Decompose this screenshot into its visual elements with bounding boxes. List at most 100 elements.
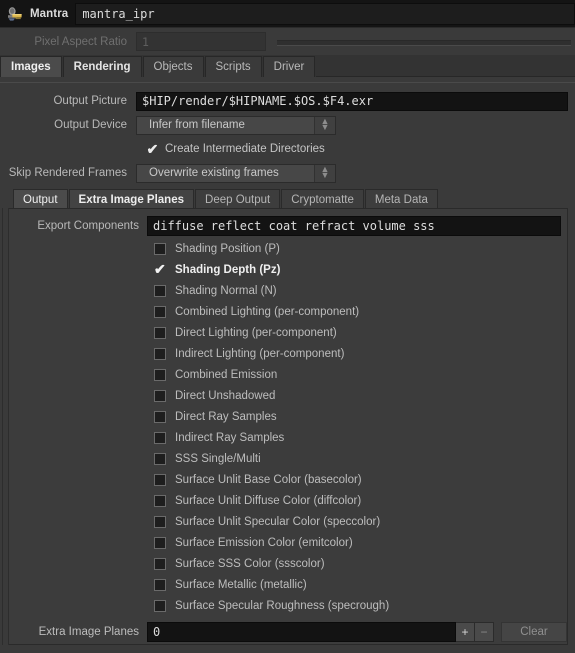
plane-checkbox[interactable] [154,242,166,255]
plane-label: Indirect Lighting (per-component) [175,347,345,360]
plane-label: Combined Emission [175,368,278,381]
plane-checkbox[interactable] [154,599,166,612]
plane-checkbox[interactable] [154,473,166,486]
plane-checkbox[interactable] [154,452,166,465]
plane-row[interactable]: Surface Specular Roughness (specrough) [8,595,567,616]
images-subtabstrip: Output Extra Image Planes Deep Output Cr… [7,188,568,209]
node-name-input[interactable]: mantra_ipr [75,2,575,25]
subtab-deep-output[interactable]: Deep Output [195,189,281,209]
plane-label: Shading Position (P) [175,242,280,255]
chevron-updown-icon: ▲ ▼ [314,116,335,134]
plane-checkbox[interactable] [154,262,166,276]
remove-plane-button[interactable]: − [475,622,494,642]
plane-checkbox[interactable] [154,536,166,549]
plane-label: Surface Unlit Base Color (basecolor) [175,473,362,486]
plane-checkbox[interactable] [154,284,166,297]
plane-label: Combined Lighting (per-component) [175,305,360,318]
plane-label: Direct Lighting (per-component) [175,326,337,339]
subtab-cryptomatte[interactable]: Cryptomatte [281,189,364,209]
pixel-aspect-ratio-label: Pixel Aspect Ratio [34,35,127,48]
tab-scripts[interactable]: Scripts [204,56,262,77]
tab-rendering[interactable]: Rendering [62,56,142,77]
extra-image-planes-label: Extra Image Planes [38,626,139,638]
plane-checkbox[interactable] [154,305,166,318]
add-plane-button[interactable]: + [456,622,475,642]
mantra-node-icon [6,5,24,23]
plane-row[interactable]: Surface Unlit Specular Color (speccolor) [8,511,567,532]
plane-row[interactable]: Indirect Lighting (per-component) [8,343,567,364]
export-components-row: Export Components diffuse reflect coat r… [8,214,567,238]
pixel-aspect-ratio-input[interactable]: 1 [136,32,266,51]
plane-checkbox[interactable] [154,431,166,444]
panel-left-edge [2,208,9,645]
plane-checkbox[interactable] [154,578,166,591]
skip-rendered-frames-label: Skip Rendered Frames [8,167,127,179]
node-titlebar: Mantra mantra_ipr [0,0,575,28]
plane-row[interactable]: Direct Lighting (per-component) [8,322,567,343]
plane-label: Shading Normal (N) [175,284,277,297]
skip-rendered-frames-dropdown[interactable]: Overwrite existing frames ▲ ▼ [136,163,336,183]
subtab-extra-image-planes[interactable]: Extra Image Planes [68,189,195,209]
plane-label: Direct Unshadowed [175,389,276,402]
output-device-value: Infer from filename [149,119,245,131]
pixel-aspect-ratio-slider[interactable] [277,32,571,51]
plane-checkbox[interactable] [154,557,166,570]
output-picture-label: Output Picture [53,95,127,107]
subtab-output[interactable]: Output [13,189,68,209]
plane-row[interactable]: Shading Normal (N) [8,280,567,301]
slider-track [277,40,571,46]
plane-row[interactable]: Direct Unshadowed [8,385,567,406]
node-type-label: Mantra [30,7,69,20]
tabstrip-filler [316,75,575,77]
checkmark-icon: ✔ [146,140,159,157]
output-picture-input[interactable]: $HIP/render/$HIPNAME.$OS.$F4.exr [136,91,568,111]
plane-checkbox[interactable] [154,389,166,402]
images-panel: Output Picture $HIP/render/$HIPNAME.$OS.… [0,82,575,653]
chevron-updown-icon: ▲ ▼ [314,164,335,182]
plane-row[interactable]: Direct Ray Samples [8,406,567,427]
extra-image-planes-panel: Export Components diffuse reflect coat r… [2,208,568,645]
plane-row[interactable]: Surface Emission Color (emitcolor) [8,532,567,553]
plane-label: Surface Specular Roughness (specrough) [175,599,390,612]
plane-checkbox[interactable] [154,515,166,528]
plane-row[interactable]: Indirect Ray Samples [8,427,567,448]
plane-label: Shading Depth (Pz) [175,263,281,276]
tab-images[interactable]: Images [0,56,62,77]
plane-checkbox[interactable] [154,326,166,339]
plane-checkbox[interactable] [154,368,166,381]
create-intermediate-directories-label: Create Intermediate Directories [165,143,325,155]
plane-row[interactable]: Combined Emission [8,364,567,385]
plane-checkbox[interactable] [154,347,166,360]
pixel-aspect-ratio-row: Pixel Aspect Ratio 1 [0,28,575,55]
export-components-label: Export Components [37,220,139,232]
plane-row[interactable]: Combined Lighting (per-component) [8,301,567,322]
plane-checkbox[interactable] [154,494,166,507]
plane-row[interactable]: Shading Position (P) [8,238,567,259]
output-device-label: Output Device [54,119,127,131]
extra-image-planes-input[interactable]: 0 [147,622,456,642]
plane-label: Surface Emission Color (emitcolor) [175,536,353,549]
output-device-dropdown[interactable]: Infer from filename ▲ ▼ [136,115,336,135]
subtab-meta-data[interactable]: Meta Data [364,189,438,209]
main-tabstrip: Images Rendering Objects Scripts Driver [0,55,575,77]
plane-label: SSS Single/Multi [175,452,261,465]
create-intermediate-directories-checkbox[interactable]: ✔ Create Intermediate Directories [0,137,575,161]
skip-rendered-frames-row: Skip Rendered Frames Overwrite existing … [0,161,575,185]
plane-label: Indirect Ray Samples [175,431,285,444]
clear-planes-button[interactable]: Clear [501,622,567,642]
plane-row[interactable]: Surface Unlit Base Color (basecolor) [8,469,567,490]
plane-checkbox[interactable] [154,410,166,423]
plane-row[interactable]: Surface Metallic (metallic) [8,574,567,595]
plane-row[interactable]: Shading Depth (Pz) [8,259,567,280]
mantra-parameter-editor: Mantra mantra_ipr Pixel Aspect Ratio 1 I… [0,0,575,653]
output-device-row: Output Device Infer from filename ▲ ▼ [0,113,575,137]
export-components-input[interactable]: diffuse reflect coat refract volume sss [147,216,561,236]
plane-row[interactable]: SSS Single/Multi [8,448,567,469]
tab-driver[interactable]: Driver [262,56,316,77]
plane-label: Surface Metallic (metallic) [175,578,307,591]
tab-objects[interactable]: Objects [142,56,204,77]
plane-row[interactable]: Surface SSS Color (ssscolor) [8,553,567,574]
plane-row[interactable]: Surface Unlit Diffuse Color (diffcolor) [8,490,567,511]
plane-label: Surface Unlit Specular Color (speccolor) [175,515,381,528]
plane-label: Surface Unlit Diffuse Color (diffcolor) [175,494,362,507]
